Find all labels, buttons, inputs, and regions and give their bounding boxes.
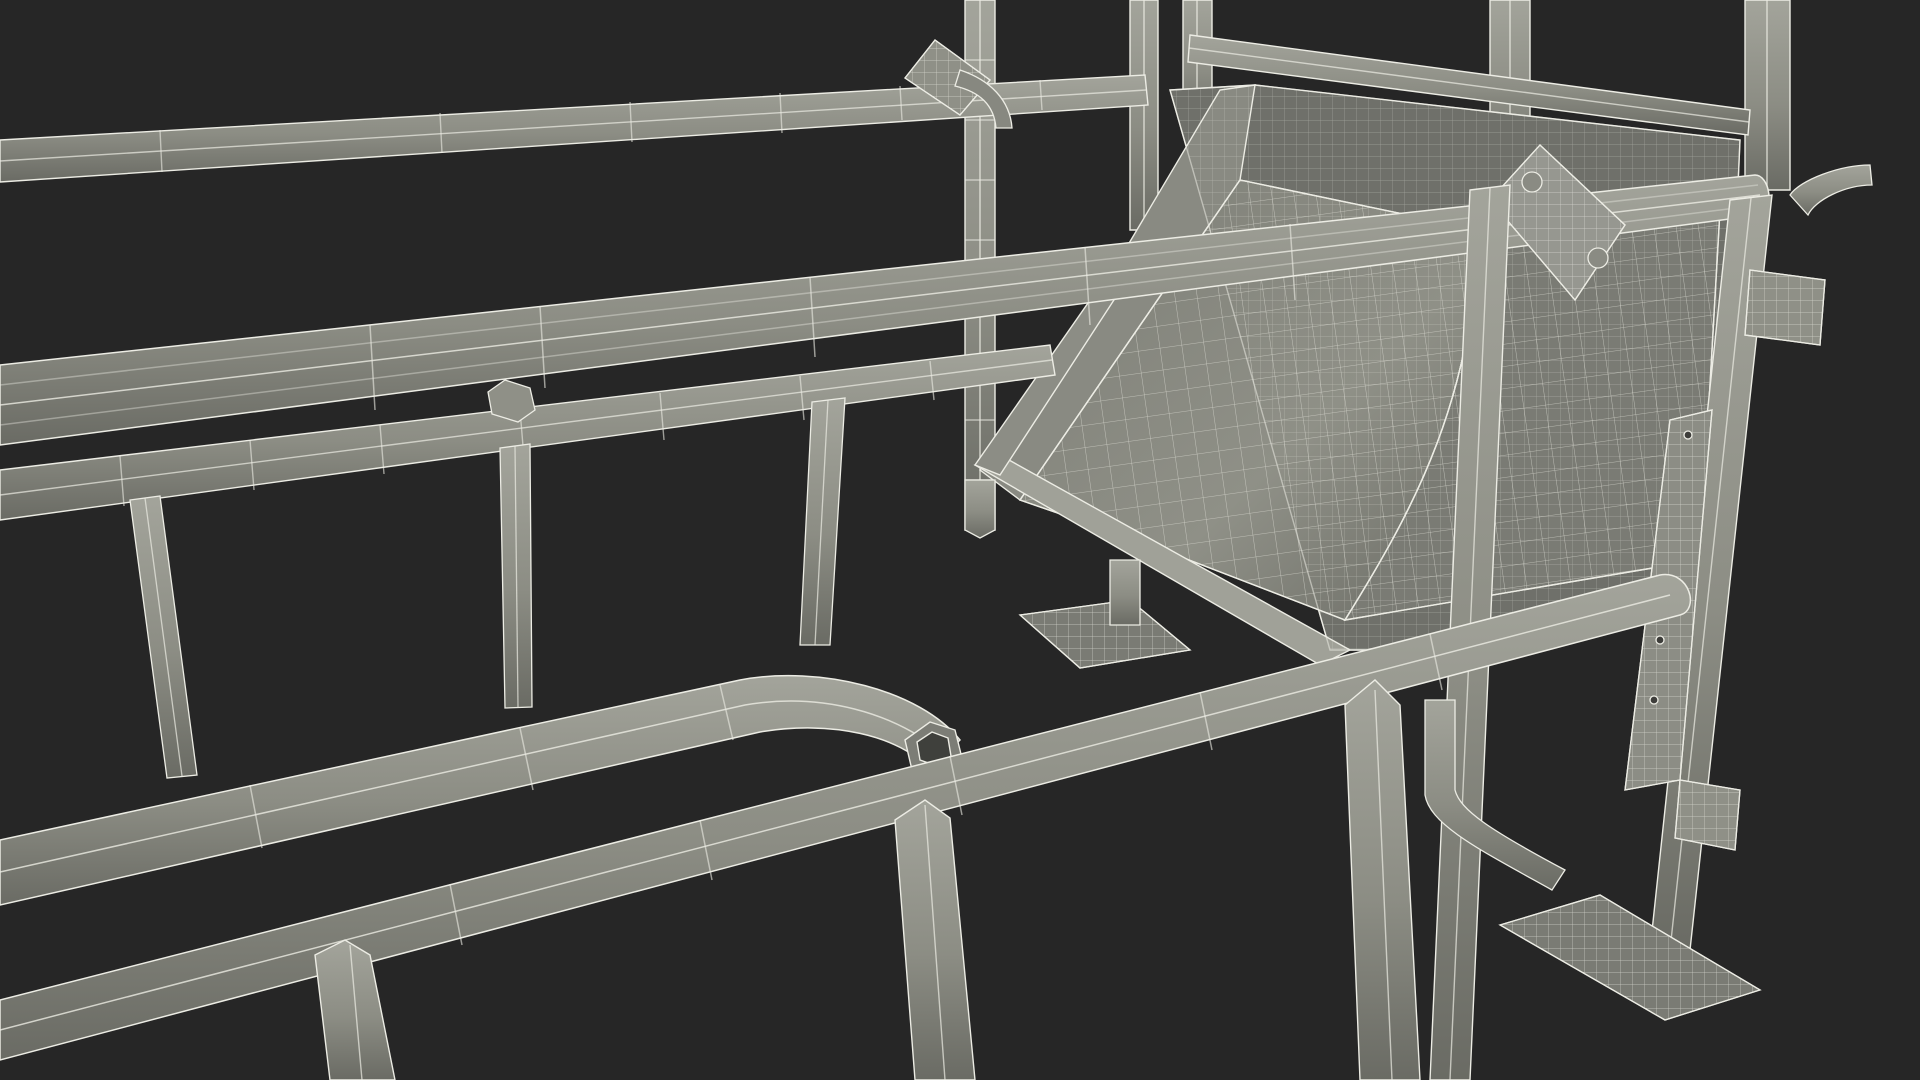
stub-post: [964, 479, 996, 539]
wireframe-render: [0, 0, 1920, 1080]
